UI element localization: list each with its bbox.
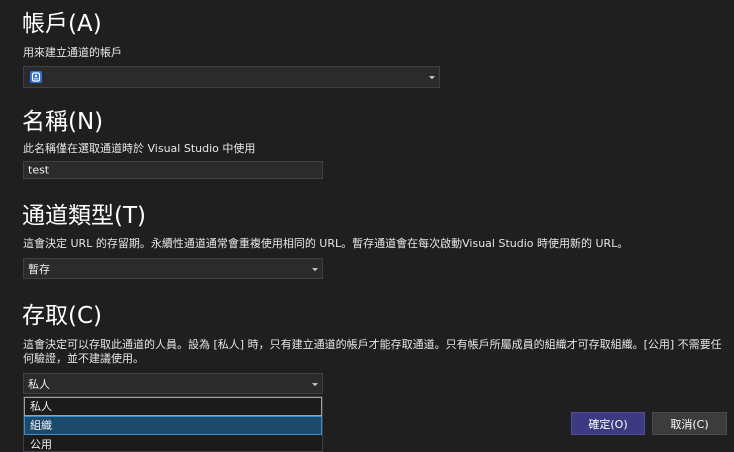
access-options-list: 私人 組織 公用: [23, 396, 323, 452]
access-description: 這會決定可以存取此通道的人員。設為 [私人] 時，只有建立通道的帳戶才能存取通道…: [23, 338, 722, 365]
name-input[interactable]: test: [23, 161, 323, 179]
ok-button[interactable]: 確定(O): [571, 412, 645, 435]
name-input-value: test: [28, 163, 50, 177]
account-badge-icon: [30, 71, 42, 83]
account-description: 用來建立通道的帳戶: [23, 46, 122, 59]
tunnel-type-heading: 通道類型(T): [22, 203, 146, 229]
name-heading: 名稱(N): [22, 109, 104, 135]
access-option-label: 私人: [30, 400, 52, 413]
access-option-private[interactable]: 私人: [24, 397, 322, 416]
access-dropdown[interactable]: 私人: [23, 373, 323, 394]
chevron-down-icon: [312, 382, 318, 386]
tunnel-type-dropdown[interactable]: 暫存: [23, 258, 323, 279]
chevron-down-icon: [429, 76, 435, 80]
access-option-organization[interactable]: 組織: [24, 416, 322, 435]
access-heading: 存取(C): [22, 303, 103, 329]
cancel-button[interactable]: 取消(C): [652, 412, 727, 435]
access-value: 私人: [28, 377, 50, 391]
tunnel-type-description: 這會決定 URL 的存留期。永續性通道通常會重複使用相同的 URL。暫存通道會在…: [23, 237, 629, 250]
access-option-public[interactable]: 公用: [24, 435, 322, 451]
access-option-label: 組織: [30, 419, 52, 432]
chevron-down-icon: [312, 267, 318, 271]
account-heading: 帳戶(A): [22, 11, 102, 37]
create-tunnel-dialog: 帳戶(A) 用來建立通道的帳戶 名稱(N) 此名稱僅在選取通道時於 Visual…: [0, 0, 734, 452]
access-option-label: 公用: [30, 438, 52, 451]
tunnel-type-value: 暫存: [28, 262, 50, 276]
account-dropdown[interactable]: [23, 66, 440, 88]
name-description: 此名稱僅在選取通道時於 Visual Studio 中使用: [23, 142, 256, 155]
